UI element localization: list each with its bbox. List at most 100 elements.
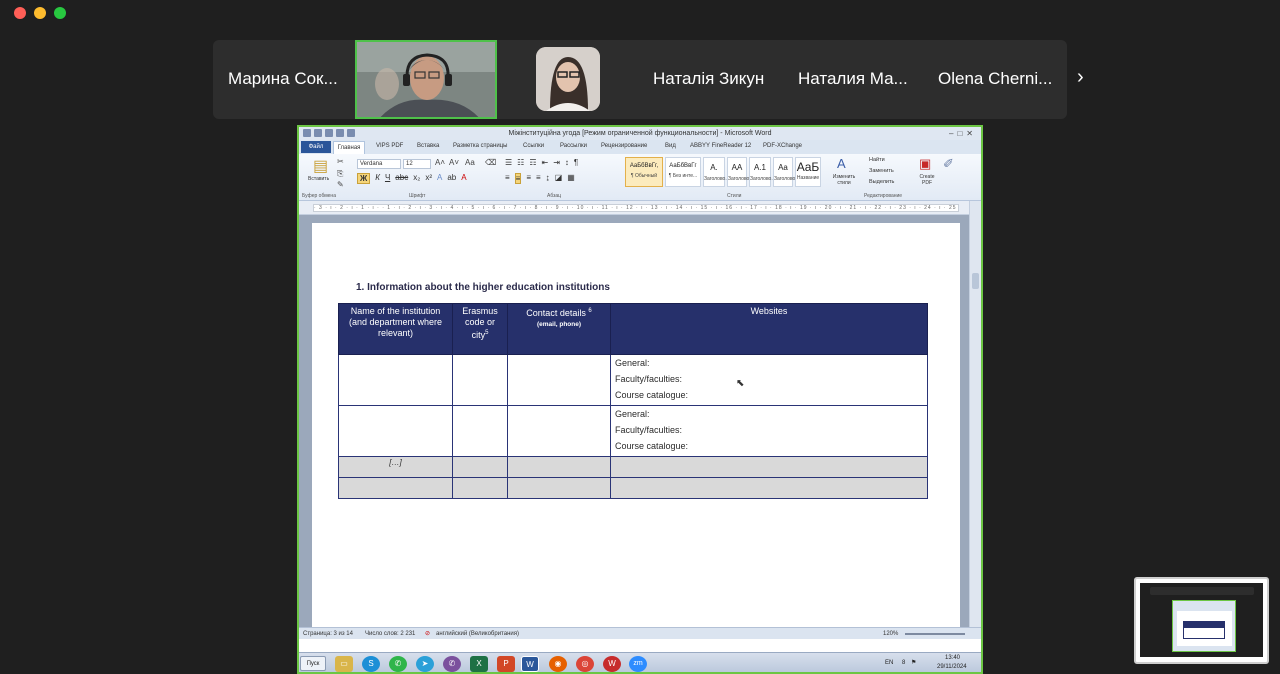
institutions-table[interactable]: Name of the institution (and department … <box>338 303 928 499</box>
clock-time[interactable]: 13:40 <box>945 655 960 661</box>
participant-name[interactable]: Марина Сок... <box>228 69 338 89</box>
excel-icon[interactable]: X <box>470 656 488 672</box>
firefox-icon[interactable]: ◉ <box>549 656 567 672</box>
table-cell[interactable] <box>610 456 928 478</box>
borders-icon[interactable]: ▦ <box>567 173 575 184</box>
telegram-icon[interactable]: ➤ <box>416 656 434 672</box>
tray-icon[interactable]: 8 <box>902 660 905 666</box>
bullets-icon[interactable]: ☰ <box>505 158 512 167</box>
find-button[interactable]: Найти <box>869 157 885 163</box>
replace-button[interactable]: Заменить <box>869 168 894 174</box>
align-right-icon[interactable]: ≡ <box>526 173 531 184</box>
participant-avatar-photo[interactable] <box>536 47 600 111</box>
input-language[interactable]: EN <box>885 660 893 666</box>
skype-icon[interactable]: S <box>362 656 380 672</box>
multilevel-list-icon[interactable]: ☶ <box>529 158 536 167</box>
table-cell[interactable] <box>610 477 928 499</box>
tab-pdf-xchange[interactable]: PDF-XChange <box>763 143 802 149</box>
font-size-select[interactable]: 12 <box>403 159 431 169</box>
tab-file[interactable]: Файл <box>301 141 331 153</box>
show-marks-icon[interactable]: ¶ <box>574 158 578 167</box>
create-pdf-icon[interactable]: ▣ <box>919 156 931 172</box>
paste-label[interactable]: Вставить <box>308 176 329 182</box>
style-heading-4[interactable]: Aa Заголово... <box>773 157 800 187</box>
table-cell[interactable] <box>452 405 508 457</box>
viber-icon[interactable]: ✆ <box>443 656 461 672</box>
increase-indent-icon[interactable]: ⇥ <box>553 158 560 167</box>
zoom-level[interactable]: 120% <box>883 628 898 640</box>
text-effects-icon[interactable]: A <box>437 173 442 184</box>
create-pdf-label[interactable]: Create PDF <box>914 174 940 186</box>
align-left-icon[interactable]: ≡ <box>505 173 510 184</box>
minimize-window-button[interactable] <box>34 7 46 19</box>
clear-format-icon[interactable]: ⌫ <box>485 158 496 167</box>
subscript-icon[interactable]: x₂ <box>413 173 420 184</box>
self-view-thumbnail[interactable] <box>1134 577 1269 664</box>
document-page[interactable]: 1. Information about the higher educatio… <box>312 223 960 643</box>
style-title[interactable]: AaБ Название <box>795 157 821 187</box>
change-styles-icon[interactable]: A <box>837 156 846 171</box>
proofing-icon[interactable]: ⊘ <box>425 628 430 640</box>
style-heading-2[interactable]: AA Заголово... <box>727 157 754 187</box>
close-window-button[interactable] <box>14 7 26 19</box>
chrome-icon[interactable]: ◎ <box>576 656 594 672</box>
table-cell[interactable] <box>507 456 611 478</box>
zoom-window-button[interactable] <box>54 7 66 19</box>
print-icon[interactable] <box>347 129 355 137</box>
tab-home[interactable]: Главная <box>333 141 365 154</box>
decrease-indent-icon[interactable]: ⇤ <box>542 158 549 167</box>
change-styles-label[interactable]: Изменить стили <box>827 174 861 186</box>
style-heading-1[interactable]: A. Заголово... <box>703 157 730 187</box>
participant-name[interactable]: Наталія Зикун <box>653 69 764 89</box>
language-indicator[interactable]: английский (Великобритания) <box>436 628 519 640</box>
style-heading-3[interactable]: A.1 Заголово... <box>749 157 776 187</box>
justify-icon[interactable]: ≡ <box>536 173 541 184</box>
underline-icon[interactable]: Ч <box>385 173 390 184</box>
style-normal[interactable]: АаБбВвГг, ¶ Обычный <box>625 157 663 187</box>
cut-icon[interactable]: ✂ <box>337 157 344 166</box>
table-cell[interactable] <box>452 456 508 478</box>
font-name-select[interactable]: Verdana <box>357 159 401 169</box>
participant-name[interactable]: Olena Cherni... <box>938 69 1052 89</box>
table-cell[interactable] <box>452 477 508 499</box>
word-count[interactable]: Число слов: 2 231 <box>365 628 415 640</box>
page-count[interactable]: Страница: 3 из 14 <box>303 628 353 640</box>
table-cell[interactable] <box>507 477 611 499</box>
table-cell[interactable] <box>338 354 453 406</box>
grow-font-icon[interactable]: A˄ <box>435 158 445 167</box>
websites-cell[interactable]: General: Faculty/faculties: Course catal… <box>610 405 928 457</box>
explorer-icon[interactable]: ▭ <box>335 656 353 672</box>
participant-name[interactable]: Наталия Ма... <box>798 69 908 89</box>
shrink-font-icon[interactable]: A˅ <box>449 158 459 167</box>
start-button[interactable]: Пуск <box>300 656 326 671</box>
table-cell[interactable] <box>507 354 611 406</box>
undo-icon[interactable] <box>325 129 333 137</box>
paste-icon[interactable]: ▤ <box>313 156 328 176</box>
strikethrough-icon[interactable]: abc <box>395 173 408 184</box>
style-no-spacing[interactable]: АаБбВвГг ¶ Без инте... <box>665 157 701 187</box>
zoom-app-icon[interactable]: zm <box>629 656 647 672</box>
table-cell[interactable] <box>338 405 453 457</box>
line-spacing-icon[interactable]: ↨ <box>546 173 550 184</box>
superscript-icon[interactable]: x² <box>425 173 432 184</box>
tab-page-layout[interactable]: Разметка страницы <box>453 143 507 149</box>
save-icon[interactable] <box>314 129 322 137</box>
italic-icon[interactable]: К <box>375 173 380 184</box>
change-case-icon[interactable]: Aa <box>465 158 475 167</box>
word-taskbar-icon[interactable]: W <box>521 656 539 672</box>
bold-icon[interactable]: Ж <box>357 173 371 184</box>
websites-cell[interactable]: General: Faculty/faculties: Course catal… <box>610 354 928 406</box>
next-participants-arrow-icon[interactable]: › <box>1077 66 1084 89</box>
table-cell[interactable] <box>338 477 453 499</box>
zoom-slider[interactable] <box>905 633 965 635</box>
tab-view[interactable]: Вид <box>665 143 676 149</box>
copy-icon[interactable]: ⎘ <box>337 169 343 179</box>
wps-icon[interactable]: W <box>603 656 621 672</box>
font-color-icon[interactable]: A <box>461 173 466 184</box>
tab-mailings[interactable]: Рассылки <box>560 143 587 149</box>
tab-review[interactable]: Рецензирование <box>601 143 647 149</box>
tab-references[interactable]: Ссылки <box>523 143 544 149</box>
tab-vips-pdf[interactable]: VIPS PDF <box>376 143 403 149</box>
tab-finereader[interactable]: ABBYY FineReader 12 <box>690 143 751 149</box>
flag-icon[interactable]: ⚑ <box>911 659 916 666</box>
